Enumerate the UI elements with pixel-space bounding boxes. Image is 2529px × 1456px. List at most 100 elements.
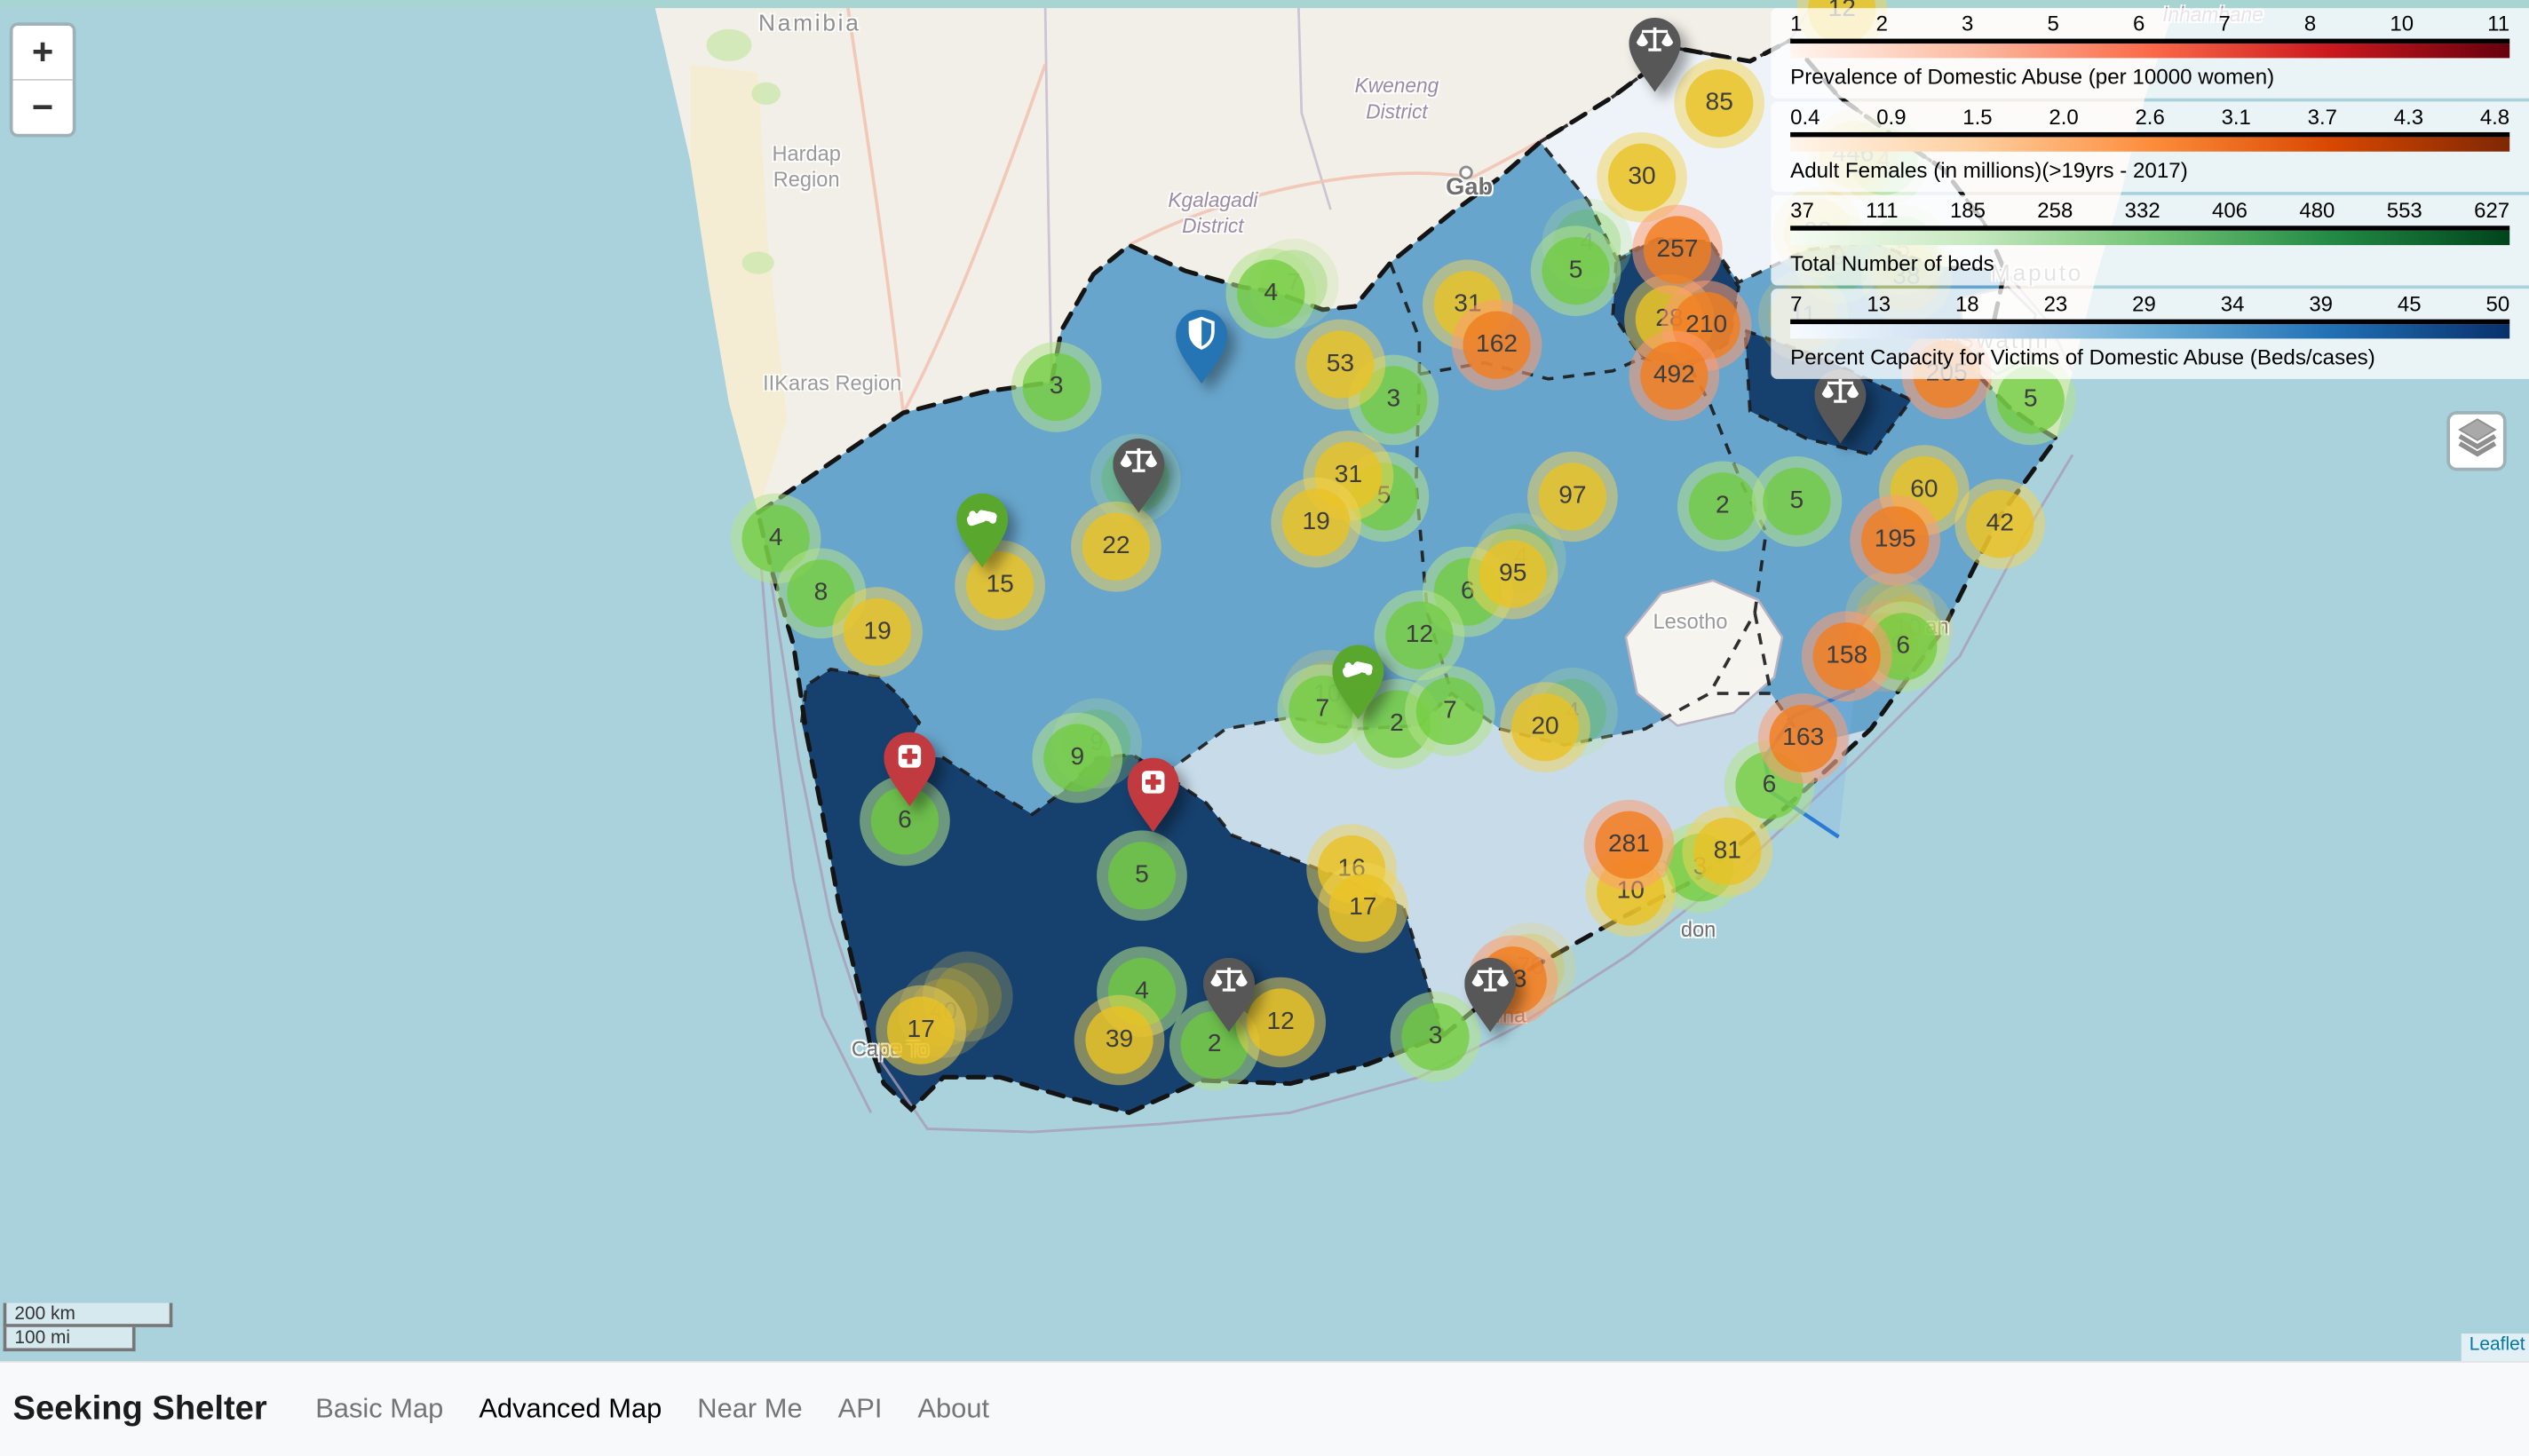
scales-icon [1203, 958, 1255, 1033]
layers-control-button[interactable] [2446, 411, 2506, 471]
scale-control: 200 km 100 mi [4, 1303, 173, 1351]
scales-pin-marker[interactable] [1629, 18, 1680, 92]
map-edge-strip [0, 0, 2529, 8]
attribution: Leaflet [2462, 1333, 2529, 1361]
cluster-marker[interactable]: 5 [1752, 456, 1843, 547]
cluster-count: 85 [1685, 69, 1753, 137]
legend-caption: Adult Females (in millions)(>19yrs - 201… [1790, 158, 2509, 182]
cluster-count: 30 [1608, 144, 1676, 211]
scale-mi: 100 mi [4, 1327, 136, 1351]
brand-title[interactable]: Seeking Shelter [13, 1390, 267, 1429]
cluster-marker[interactable]: 281 [1584, 800, 1675, 890]
zoom-out-button[interactable]: − [13, 81, 73, 134]
legend-gradient-bar [1790, 132, 2509, 152]
handshake-pin-marker[interactable] [1332, 645, 1383, 720]
cluster-count: 158 [1813, 622, 1881, 690]
zoom-in-button[interactable]: + [13, 26, 73, 81]
cluster-marker[interactable]: 17 [876, 985, 966, 1076]
cluster-count: 5 [1542, 237, 1609, 305]
legend-caption: Percent Capacity for Victims of Domestic… [1790, 345, 2509, 369]
handshake-pin-marker[interactable] [956, 494, 1008, 568]
cluster-count: 195 [1861, 506, 1929, 574]
cluster-marker[interactable]: 162 [1452, 300, 1542, 391]
map-label: Namibia [758, 10, 861, 39]
cluster-marker[interactable]: 19 [832, 587, 923, 677]
medical-icon [1128, 758, 1179, 833]
scales-pin-marker[interactable] [1203, 958, 1255, 1033]
scale-km: 200 km [4, 1303, 173, 1327]
cluster-count: 492 [1640, 342, 1708, 409]
legend-panel: 37111185258332406480553627Total Number o… [1771, 195, 2529, 286]
cluster-count: 20 [1511, 693, 1579, 761]
cluster-marker[interactable]: 158 [1802, 611, 1892, 701]
cluster-marker[interactable]: 22 [1071, 502, 1161, 592]
map-label: Kgalagadi District [1168, 189, 1257, 240]
legend-panel: 71318232934394550Percent Capacity for Vi… [1771, 289, 2529, 379]
map-label: Lesotho [1653, 609, 1727, 636]
cluster-marker[interactable]: 4 [1225, 249, 1316, 339]
cluster-count: 12 [1247, 988, 1314, 1056]
cluster-count: 5 [1108, 842, 1176, 909]
handshake-icon [956, 494, 1008, 568]
map-canvas[interactable]: NamibiaHardap RegionIIKaras RegionKwenen… [0, 0, 2529, 1361]
cluster-marker[interactable]: 81 [1682, 806, 1772, 897]
cluster-count: 81 [1693, 818, 1761, 885]
cluster-count: 163 [1770, 705, 1837, 772]
medical-pin-marker[interactable] [1128, 758, 1179, 833]
nav-link-api[interactable]: API [838, 1393, 883, 1424]
layers-icon [2455, 416, 2497, 466]
cluster-marker[interactable]: 9 [1032, 713, 1122, 803]
cluster-marker[interactable]: 53 [1296, 320, 1386, 410]
cluster-count: 162 [1463, 312, 1530, 379]
map-label: Kweneng District [1355, 75, 1439, 125]
cluster-marker[interactable]: 20 [1500, 682, 1590, 772]
cluster-marker[interactable]: 3 [1011, 342, 1102, 432]
legend-gradient-bar [1790, 320, 2509, 339]
cluster-marker[interactable]: 492 [1629, 330, 1719, 421]
legend-panel: 12356781011Prevalence of Domestic Abuse … [1771, 8, 2529, 99]
medical-pin-marker[interactable] [884, 732, 935, 807]
scales-pin-marker[interactable] [1464, 958, 1516, 1033]
cluster-marker[interactable]: 19 [1271, 478, 1361, 568]
cluster-marker[interactable]: 17 [1318, 863, 1408, 954]
zoom-control: + − [10, 22, 75, 137]
legend-ticks: 12356781011 [1790, 12, 2509, 39]
cluster-count: 95 [1479, 540, 1547, 607]
nav-link-advanced-map[interactable]: Advanced Map [479, 1393, 662, 1424]
nav-link-near-me[interactable]: Near Me [697, 1393, 802, 1424]
cluster-marker[interactable]: 42 [1954, 479, 2045, 569]
scales-pin-marker[interactable] [1113, 439, 1164, 513]
cluster-marker[interactable]: 95 [1468, 529, 1558, 620]
shield-pin-marker[interactable] [1176, 310, 1227, 384]
cluster-marker[interactable]: 7 [1405, 666, 1495, 756]
leaflet-attribution-link[interactable]: Leaflet [2470, 1335, 2525, 1355]
handshake-icon [1332, 645, 1383, 720]
cluster-marker[interactable]: 39 [1074, 995, 1165, 1086]
cluster-marker[interactable]: 97 [1527, 452, 1618, 542]
scales-icon [1464, 958, 1516, 1033]
legend-gradient-bar [1790, 226, 2509, 245]
scales-icon [1629, 18, 1680, 92]
nav-link-about[interactable]: About [917, 1393, 989, 1424]
cluster-marker[interactable]: 85 [1674, 58, 1764, 148]
cluster-marker[interactable]: 5 [1531, 226, 1621, 316]
vegetation-patch [742, 251, 774, 273]
cluster-count: 7 [1416, 677, 1484, 745]
map-label: Gab [1446, 173, 1493, 203]
cluster-count: 3 [1401, 1003, 1469, 1071]
legend-panels: 12356781011Prevalence of Domestic Abuse … [1771, 8, 2529, 382]
cluster-marker[interactable]: 163 [1758, 693, 1849, 784]
cluster-count: 2 [1689, 472, 1756, 540]
cluster-count: 281 [1595, 811, 1662, 879]
legend-gradient-bar [1790, 39, 2509, 59]
cluster-count: 12 [1385, 601, 1453, 669]
nav-link-basic-map[interactable]: Basic Map [315, 1393, 443, 1424]
cluster-marker[interactable]: 195 [1850, 495, 1940, 586]
legend-panel: 0.40.91.52.02.63.13.74.34.8Adult Females… [1771, 101, 2529, 192]
cluster-count: 3 [1023, 353, 1090, 421]
cluster-count: 9 [1043, 724, 1111, 792]
cluster-count: 22 [1082, 513, 1150, 581]
cluster-marker[interactable]: 5 [1097, 830, 1187, 921]
cluster-count: 42 [1966, 490, 2034, 558]
app-window: NamibiaHardap RegionIIKaras RegionKwenen… [0, 0, 2529, 1456]
